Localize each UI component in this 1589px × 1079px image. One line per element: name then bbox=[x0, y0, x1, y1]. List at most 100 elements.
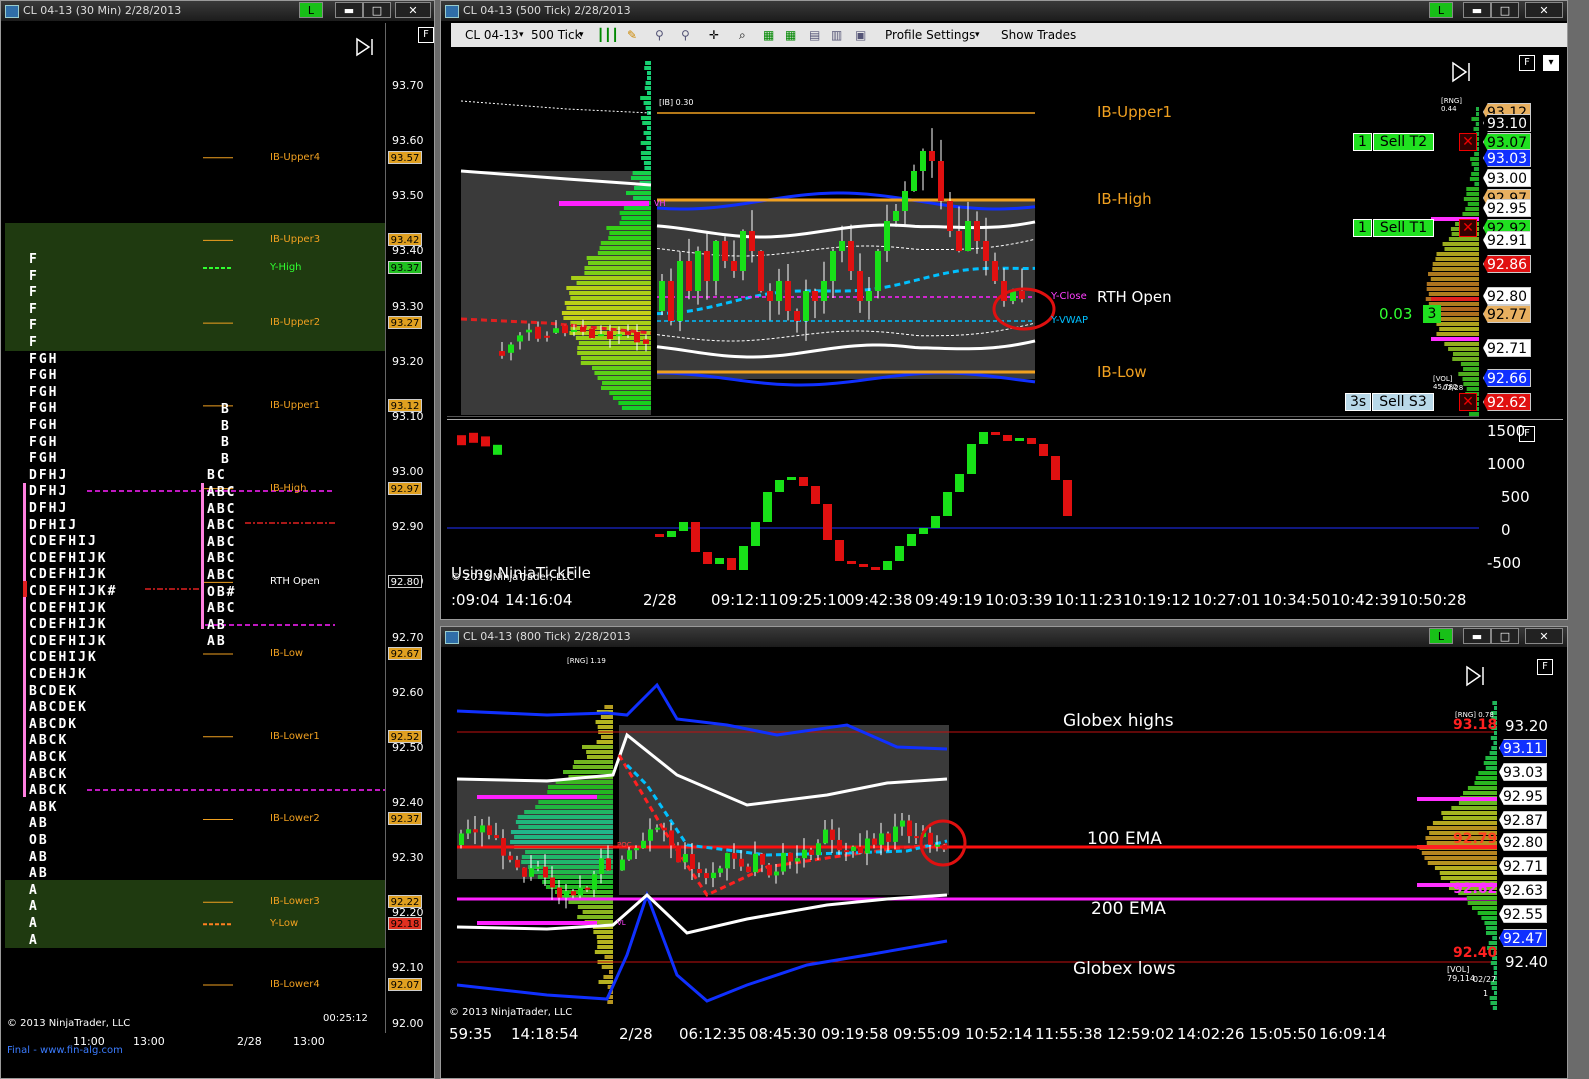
top-oscillator-pane[interactable]: Using NinjaTickFile © 2013 NinjaTrader, … bbox=[447, 419, 1479, 588]
close-icon[interactable]: ✕ bbox=[1525, 628, 1563, 644]
volume-bar bbox=[1467, 786, 1497, 790]
order-label[interactable]: Sell T2 bbox=[1372, 133, 1435, 151]
crosshair-icon[interactable]: ✛ bbox=[709, 23, 719, 47]
candle bbox=[785, 281, 791, 311]
chevron-down-icon[interactable]: ▾ bbox=[975, 23, 980, 47]
candle bbox=[875, 251, 881, 291]
top-f-button[interactable]: F bbox=[1519, 55, 1535, 71]
cancel-order-icon[interactable]: ✕ bbox=[1459, 133, 1477, 151]
link-button[interactable]: L bbox=[1429, 628, 1453, 644]
instrument-selector[interactable]: CL 04-13 bbox=[465, 23, 519, 47]
chevron-down-icon[interactable]: ▾ bbox=[579, 23, 584, 47]
top-price-pane[interactable]: [IB] 0.30 VH Y-Close Y-VWAP IB-Upper1 IB-High… bbox=[447, 51, 1479, 417]
price-box: 92.71 bbox=[1483, 339, 1531, 357]
candle bbox=[722, 241, 728, 261]
order-tag[interactable]: 3s Sell S3 bbox=[1345, 393, 1434, 411]
maximize-icon[interactable]: □ bbox=[363, 2, 391, 18]
cancel-order-icon[interactable]: ✕ bbox=[1459, 219, 1477, 237]
footer-link[interactable]: Final - www.fin-alg.com bbox=[7, 1045, 123, 1056]
minimize-icon[interactable]: ▬ bbox=[1463, 2, 1491, 18]
show-trades-button[interactable]: Show Trades bbox=[1001, 23, 1076, 47]
strategies-icon[interactable]: ▦ bbox=[785, 23, 796, 47]
top-price-axis[interactable]: F ▾ 93.1293.1093.0793.0393.0092.9792.959… bbox=[1479, 51, 1563, 417]
bottom-ff-icon[interactable] bbox=[1465, 665, 1487, 687]
chevron-down-icon[interactable]: ▾ bbox=[519, 23, 524, 47]
maximize-icon[interactable]: □ bbox=[1491, 628, 1519, 644]
top-chart-window: CL 04-13 (500 Tick) 2/28/2013 L ▬ □ ✕ CL… bbox=[440, 0, 1568, 620]
osc-candle bbox=[1003, 435, 1012, 441]
data-box-icon[interactable]: ▤ bbox=[809, 23, 820, 47]
bottom-price-axis[interactable]: F 93.20 92.40 93.11 93.03 92.95 92.87 92.80 92.… bbox=[1497, 655, 1563, 1021]
bottom-title-bar[interactable]: CL 04-13 (800 Tick) 2/28/2013 L ▬ □ ✕ bbox=[441, 627, 1567, 647]
volume-bar bbox=[1463, 367, 1479, 371]
price-box: 93.07 bbox=[1483, 133, 1531, 151]
templates-icon[interactable]: ▣ bbox=[855, 23, 866, 47]
left-f-button[interactable]: F bbox=[418, 27, 434, 43]
order-tag[interactable]: 1 Sell T1 bbox=[1353, 219, 1435, 237]
chart-style-icon[interactable]: ┃┃┃ bbox=[597, 23, 619, 47]
volume-bar bbox=[1478, 771, 1497, 775]
left-price-axis[interactable]: F 93.70 93.60 93.50 93.40 93.30 93.20 93.10 93.… bbox=[385, 23, 434, 1033]
bottom-price-pane[interactable]: Globex highs 100 EMA 200 EMA Globex lows [RN… bbox=[447, 655, 1497, 1021]
tpo-row: ABC bbox=[207, 601, 237, 617]
top-title-bar[interactable]: CL 04-13 (500 Tick) 2/28/2013 L ▬ □ ✕ bbox=[441, 1, 1567, 21]
link-button[interactable]: L bbox=[1429, 2, 1453, 18]
order-label[interactable]: Sell T1 bbox=[1372, 219, 1435, 237]
pnl-qty[interactable]: 3 bbox=[1423, 305, 1441, 323]
chevron-down-icon[interactable]: ▾ bbox=[1543, 55, 1559, 71]
level-price-box: 92.37 bbox=[388, 812, 422, 826]
time-label: 06:12:35 bbox=[679, 1025, 747, 1043]
candle bbox=[508, 344, 514, 353]
osc-candle bbox=[943, 492, 952, 516]
properties-icon[interactable]: ▥ bbox=[831, 23, 842, 47]
tpo-row: FGH bbox=[29, 351, 59, 367]
link-button[interactable]: L bbox=[299, 2, 323, 18]
candle bbox=[529, 868, 534, 877]
volume-bar bbox=[602, 381, 651, 385]
volume-bar bbox=[600, 386, 651, 390]
volume-bar bbox=[645, 61, 651, 65]
minimize-icon[interactable]: ▬ bbox=[1463, 628, 1491, 644]
candle bbox=[758, 251, 764, 291]
period-selector[interactable]: 500 Tick bbox=[531, 23, 582, 47]
minimize-icon[interactable]: ▬ bbox=[335, 2, 363, 18]
volume-bar bbox=[1471, 162, 1479, 166]
profile-settings-button[interactable]: Profile Settings bbox=[885, 23, 975, 47]
order-qty[interactable]: 1 bbox=[1353, 219, 1372, 237]
volume-bar bbox=[1485, 756, 1497, 760]
candle bbox=[837, 839, 842, 851]
tpo-row: F bbox=[29, 318, 39, 334]
tpo-row: CDEFHIJ bbox=[29, 534, 98, 550]
volume-bar bbox=[535, 805, 613, 809]
maximize-icon[interactable]: □ bbox=[1491, 2, 1519, 18]
close-icon[interactable]: ✕ bbox=[395, 2, 431, 18]
volume-bar bbox=[586, 256, 651, 260]
left-market-profile-pane[interactable]: IB-Upper4 IB-Upper3 Y-High IB-Upper2 IB-Uppe… bbox=[5, 23, 385, 1033]
order-qty[interactable]: 3s bbox=[1345, 393, 1372, 411]
search-icon[interactable]: ⌕ bbox=[739, 23, 746, 47]
red-price-label: 93.18 bbox=[1453, 717, 1498, 733]
volume-bar bbox=[1435, 257, 1479, 261]
draw-pencil-icon[interactable]: ✎ bbox=[627, 23, 637, 47]
indicators-icon[interactable]: ▦ bbox=[763, 23, 774, 47]
volume-bar bbox=[1471, 906, 1497, 910]
volume-bar bbox=[597, 725, 613, 729]
left-ff-icon[interactable] bbox=[355, 37, 375, 57]
volume-bar bbox=[1489, 996, 1497, 1000]
left-window-title: CL 04-13 (30 Min) 2/28/2013 bbox=[23, 4, 182, 17]
volume-bar bbox=[554, 890, 613, 894]
order-tag[interactable]: 1 Sell T2 bbox=[1353, 133, 1435, 151]
select-icon[interactable]: ⚲ bbox=[681, 23, 690, 47]
close-icon[interactable]: ✕ bbox=[1525, 2, 1563, 18]
left-title-bar[interactable]: CL 04-13 (30 Min) 2/28/2013 L ▬ □ ✕ bbox=[1, 1, 434, 21]
volume-bar bbox=[608, 236, 651, 240]
order-qty[interactable]: 1 bbox=[1353, 133, 1372, 151]
bottom-f-button[interactable]: F bbox=[1537, 659, 1553, 675]
price-box: 92.95 bbox=[1499, 787, 1547, 805]
top-ff-icon[interactable] bbox=[1451, 61, 1473, 83]
volume-bar bbox=[619, 211, 651, 215]
order-label[interactable]: Sell S3 bbox=[1372, 393, 1434, 411]
candle bbox=[648, 829, 653, 841]
zoom-icon[interactable]: ⚲ bbox=[655, 23, 664, 47]
cancel-order-icon[interactable]: ✕ bbox=[1459, 393, 1477, 411]
